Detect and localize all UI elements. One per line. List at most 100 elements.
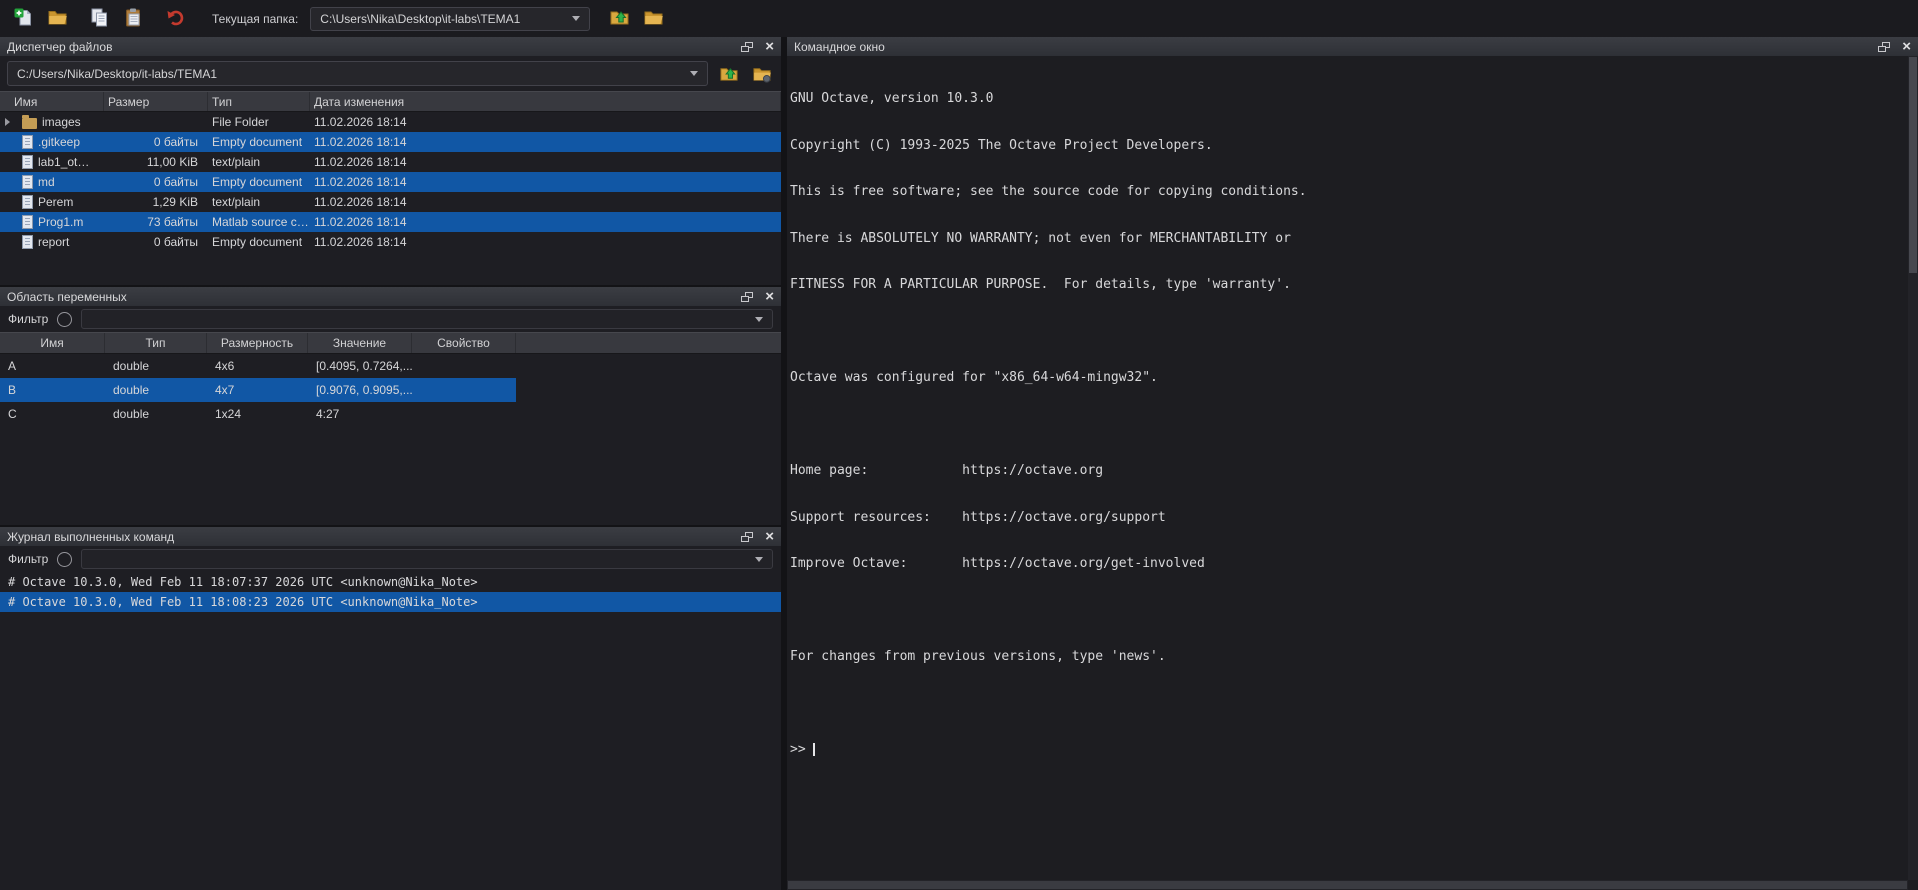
file-browser-path-combobox[interactable]: C:/Users/Nika/Desktop/it-labs/TEMA1: [7, 61, 708, 86]
new-script-button[interactable]: [8, 5, 38, 33]
file-name: Perem: [38, 195, 73, 209]
workspace-filter-row: Фильтр: [0, 306, 781, 332]
copy-button[interactable]: [84, 5, 114, 33]
file-row[interactable]: .gitkeep 0 байты Empty document 11.02.20…: [0, 132, 781, 152]
history-entry[interactable]: # Octave 10.3.0, Wed Feb 11 18:07:37 202…: [0, 572, 781, 592]
workspace-table-header[interactable]: Имя Тип Размерность Значение Свойство: [0, 332, 781, 354]
open-file-button[interactable]: [42, 5, 72, 33]
main-area: Диспетчер файлов C:/Users/Nika/Desktop/i…: [0, 37, 1918, 890]
file-name: Prog1.m: [38, 215, 83, 229]
folder-up-icon: [719, 64, 739, 84]
file-browser-titlebar: Диспетчер файлов: [0, 37, 781, 56]
undo-button[interactable]: [160, 5, 190, 33]
column-header-value[interactable]: Значение: [308, 333, 412, 353]
undock-icon[interactable]: [1878, 42, 1890, 52]
file-list: images File Folder 11.02.2026 18:14 .git…: [0, 112, 781, 252]
history-entry[interactable]: # Octave 10.3.0, Wed Feb 11 18:08:23 202…: [0, 592, 781, 612]
new-file-icon: [13, 7, 34, 31]
column-header-type[interactable]: Тип: [105, 333, 207, 353]
browse-folder-button[interactable]: [638, 5, 668, 33]
browse-folder-icon: [643, 7, 664, 31]
folder-up-button[interactable]: [604, 5, 634, 33]
panel-title: Диспетчер файлов: [7, 40, 112, 54]
history-filter-combobox[interactable]: [81, 549, 773, 569]
folder-icon: [22, 118, 37, 129]
prompt-text: >>: [790, 742, 806, 758]
file-table-header[interactable]: Имя Размер Тип Дата изменения: [0, 91, 781, 112]
file-row[interactable]: report 0 байты Empty document 11.02.2026…: [0, 232, 781, 252]
chevron-down-icon: [755, 317, 763, 322]
undock-icon[interactable]: [741, 532, 753, 542]
column-header-name[interactable]: Имя: [0, 92, 104, 111]
filter-checkbox[interactable]: [57, 552, 72, 567]
workspace-titlebar: Область переменных: [0, 287, 781, 306]
variable-row[interactable]: C double 1x24 4:27: [0, 402, 516, 426]
filter-label: Фильтр: [8, 312, 48, 326]
file-row[interactable]: Perem 1,29 KiB text/plain 11.02.2026 18:…: [0, 192, 781, 212]
close-icon[interactable]: [765, 530, 774, 543]
file-row[interactable]: lab1_ot… 11,00 KiB text/plain 11.02.2026…: [0, 152, 781, 172]
expand-chevron-icon[interactable]: [5, 115, 17, 129]
command-window-titlebar: Командное окно: [787, 37, 1918, 56]
scrollbar-thumb[interactable]: [1909, 57, 1917, 273]
chevron-down-icon: [755, 557, 763, 562]
command-window-output[interactable]: GNU Octave, version 10.3.0 Copyright (C)…: [787, 56, 1918, 890]
column-header-size[interactable]: Размер: [104, 92, 208, 111]
panel-title: Область переменных: [7, 290, 127, 304]
folder-up-icon: [609, 7, 630, 31]
close-icon[interactable]: [765, 290, 774, 303]
filter-label: Фильтр: [8, 552, 48, 566]
panel-title: Журнал выполненных команд: [7, 530, 174, 544]
close-icon[interactable]: [765, 40, 774, 53]
file-icon: [22, 195, 33, 209]
column-header-attr[interactable]: Свойство: [412, 333, 516, 353]
variable-row[interactable]: B double 4x7 [0.9076, 0.9095,...: [0, 378, 516, 402]
file-name: .gitkeep: [38, 135, 80, 149]
variable-list: A double 4x6 [0.4095, 0.7264,... B doubl…: [0, 354, 781, 426]
file-browser-path: C:/Users/Nika/Desktop/it-labs/TEMA1: [17, 67, 217, 81]
undo-icon: [165, 7, 186, 31]
command-history-titlebar: Журнал выполненных команд: [0, 527, 781, 546]
browse-directories-button[interactable]: [750, 62, 774, 86]
filter-checkbox[interactable]: [57, 312, 72, 327]
variable-row[interactable]: A double 4x6 [0.4095, 0.7264,...: [0, 354, 516, 378]
text-cursor: [813, 743, 815, 756]
file-icon: [22, 235, 33, 249]
paste-button[interactable]: [118, 5, 148, 33]
command-prompt[interactable]: >>: [790, 742, 1904, 758]
file-browser-path-row: C:/Users/Nika/Desktop/it-labs/TEMA1: [0, 56, 781, 91]
current-folder-combobox[interactable]: C:\Users\Nika\Desktop\it-labs\TEMA1: [310, 7, 590, 31]
scrollbar-thumb[interactable]: [788, 881, 1907, 889]
folder-actions-icon: [752, 64, 772, 84]
file-row[interactable]: images File Folder 11.02.2026 18:14: [0, 112, 781, 132]
command-history-panel: Журнал выполненных команд Фильтр #: [0, 527, 781, 890]
file-icon: [22, 155, 33, 169]
one-directory-up-button[interactable]: [717, 62, 741, 86]
file-name: report: [38, 235, 69, 249]
file-row[interactable]: md 0 байты Empty document 11.02.2026 18:…: [0, 172, 781, 192]
file-icon: [22, 175, 33, 189]
workspace-filter-combobox[interactable]: [81, 309, 773, 329]
undock-icon[interactable]: [741, 292, 753, 302]
column-header-dims[interactable]: Размерность: [207, 333, 308, 353]
current-folder-label: Текущая папка:: [212, 12, 298, 26]
column-header-type[interactable]: Тип: [208, 92, 310, 111]
file-name: images: [42, 115, 81, 129]
copy-icon: [89, 7, 110, 31]
file-row[interactable]: Prog1.m 73 байты Matlab source c… 11.02.…: [0, 212, 781, 232]
column-header-name[interactable]: Имя: [0, 333, 105, 353]
horizontal-scrollbar[interactable]: [787, 880, 1908, 890]
file-name: md: [38, 175, 55, 189]
workspace-panel: Область переменных Фильтр: [0, 287, 781, 525]
chevron-down-icon: [572, 16, 580, 21]
vertical-scrollbar[interactable]: [1908, 56, 1918, 880]
history-filter-row: Фильтр: [0, 546, 781, 572]
column-header-date[interactable]: Дата изменения: [310, 92, 781, 111]
close-icon[interactable]: [1902, 40, 1911, 53]
left-dock: Диспетчер файлов C:/Users/Nika/Desktop/i…: [0, 37, 781, 890]
undock-icon[interactable]: [741, 42, 753, 52]
main-toolbar: Текущая папка: C:\Users\Nika\Desktop\it-…: [0, 0, 1918, 37]
open-folder-icon: [47, 7, 68, 31]
current-folder-path: C:\Users\Nika\Desktop\it-labs\TEMA1: [320, 12, 520, 26]
octave-main-window: Текущая папка: C:\Users\Nika\Desktop\it-…: [0, 0, 1918, 890]
